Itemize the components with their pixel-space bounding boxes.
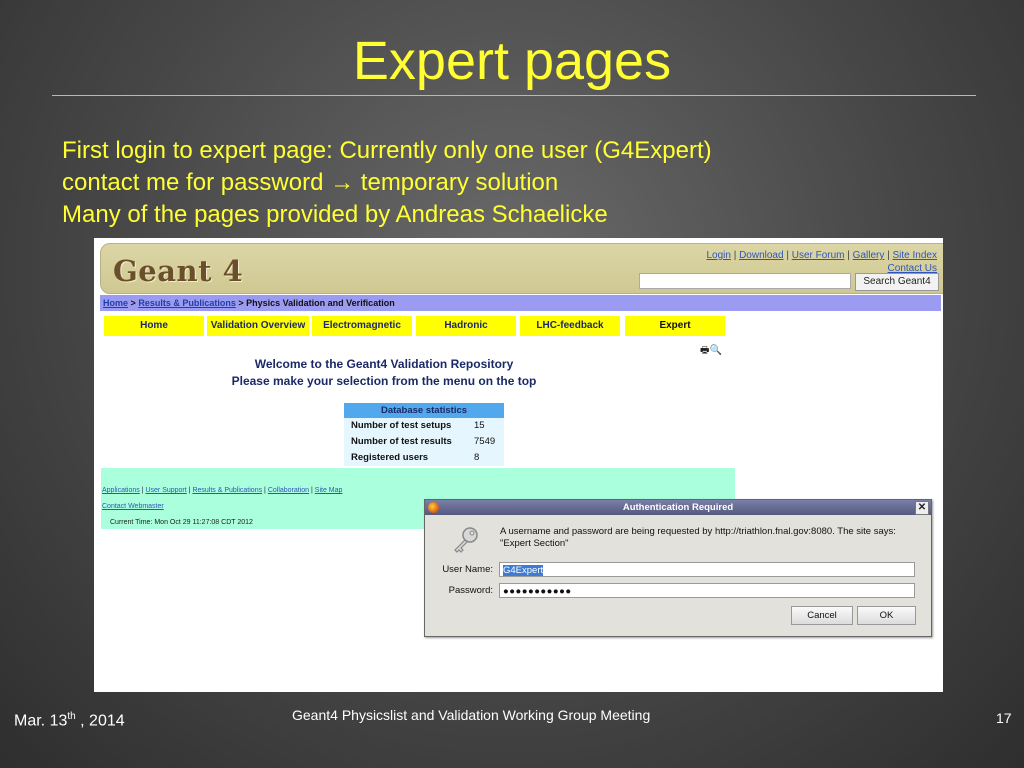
link-login[interactable]: Login: [706, 250, 730, 261]
db-label: Number of test setups: [351, 420, 452, 431]
table-row: Registered users 8: [344, 450, 504, 466]
ok-button[interactable]: OK: [857, 606, 916, 625]
table-row: Number of test setups 15: [344, 418, 504, 434]
breadcrumb-home[interactable]: Home: [103, 298, 128, 308]
current-time: Current Time: Mon Oct 29 11:27:08 CDT 20…: [110, 519, 253, 526]
arrow-icon: →: [330, 169, 355, 196]
page-number: 17: [996, 710, 1012, 726]
footer-link-results[interactable]: Results & Publications: [192, 487, 262, 494]
footer-link-site-map[interactable]: Site Map: [315, 487, 343, 494]
footer-date: Mar. 13th , 2014: [14, 711, 125, 730]
dialog-titlebar[interactable]: Authentication Required ✕: [425, 500, 931, 515]
geant4-logo: Geant 4: [113, 254, 244, 288]
welcome-line-2: Please make your selection from the menu…: [231, 374, 537, 388]
username-label: User Name:: [442, 564, 493, 575]
database-statistics-table: Database statistics Number of test setup…: [344, 403, 504, 466]
bullet-line-3: Many of the pages provided by Andreas Sc…: [62, 201, 608, 228]
db-value: 8: [474, 452, 480, 463]
top-links: Login | Download | User Forum | Gallery …: [706, 250, 937, 274]
username-field[interactable]: G4Expert: [499, 562, 915, 577]
bullet-line-2-text: contact me for password: [62, 169, 324, 196]
authentication-dialog: Authentication Required ✕ A username and…: [424, 499, 932, 637]
nav-electromagnetic[interactable]: Electromagnetic: [312, 316, 412, 336]
dialog-title: Authentication Required: [622, 502, 734, 513]
footer-link-applications[interactable]: Applications: [102, 487, 140, 494]
breadcrumb-current: Physics Validation and Verification: [246, 298, 395, 308]
db-table-title: Database statistics: [344, 403, 504, 418]
site-search-input[interactable]: [639, 273, 851, 289]
db-label: Registered users: [351, 452, 429, 463]
contact-webmaster-link[interactable]: Contact Webmaster: [102, 503, 164, 510]
site-search-button[interactable]: Search Geant4: [855, 273, 939, 291]
footer-links: Applications | User Support | Results & …: [102, 487, 343, 494]
key-icon: [454, 527, 478, 553]
breadcrumb-sep: >: [130, 298, 136, 308]
date-superscript: th: [67, 711, 76, 722]
breadcrumb: Home > Results & Publications > Physics …: [100, 295, 941, 311]
welcome-line-1: Welcome to the Geant4 Validation Reposit…: [254, 357, 514, 371]
bullet-line-2-tail: temporary solution: [360, 169, 559, 196]
browser-screenshot: Geant 4 Login | Download | User Forum | …: [94, 238, 943, 692]
dialog-message: A username and password are being reques…: [500, 526, 896, 549]
firefox-icon: [428, 502, 439, 513]
username-value: G4Expert: [503, 565, 544, 576]
password-field[interactable]: ●●●●●●●●●●●: [499, 583, 915, 598]
db-value: 7549: [474, 436, 496, 447]
bullet-line-1: First login to expert page: Currently on…: [62, 137, 712, 164]
footer-meeting: Geant4 Physicslist and Validation Workin…: [292, 707, 651, 723]
nav-hadronic[interactable]: Hadronic: [416, 316, 516, 336]
table-row: Number of test results 7549: [344, 434, 504, 450]
nav-expert[interactable]: Expert: [625, 316, 725, 336]
footer-link-user-support[interactable]: User Support: [145, 487, 186, 494]
nav-home[interactable]: Home: [104, 316, 204, 336]
cancel-button[interactable]: Cancel: [791, 606, 853, 625]
print-search-icons[interactable]: 🖶🔍: [700, 343, 722, 360]
welcome-text: Welcome to the Geant4 Validation Reposit…: [214, 356, 554, 390]
db-value: 15: [474, 420, 485, 431]
date-year: , 2014: [75, 712, 125, 730]
password-label: Password:: [448, 585, 493, 596]
footer-link-collaboration[interactable]: Collaboration: [268, 487, 309, 494]
nav-validation-overview[interactable]: Validation Overview: [207, 316, 309, 336]
nav-lhc-feedback[interactable]: LHC-feedback: [520, 316, 620, 336]
link-site-index[interactable]: Site Index: [893, 250, 937, 261]
date-text: Mar. 13: [14, 712, 68, 730]
link-download[interactable]: Download: [739, 250, 783, 261]
link-gallery[interactable]: Gallery: [853, 250, 885, 261]
slide-title: Expert pages: [352, 31, 672, 91]
breadcrumb-sep: >: [238, 298, 244, 308]
breadcrumb-results[interactable]: Results & Publications: [138, 298, 236, 308]
link-user-forum[interactable]: User Forum: [792, 250, 845, 261]
bullet-line-2: contact me for password → temporary solu…: [62, 167, 712, 199]
db-label: Number of test results: [351, 436, 452, 447]
title-divider: [52, 95, 976, 96]
bullet-list: First login to expert page: Currently on…: [62, 135, 712, 231]
close-icon[interactable]: ✕: [915, 501, 929, 515]
